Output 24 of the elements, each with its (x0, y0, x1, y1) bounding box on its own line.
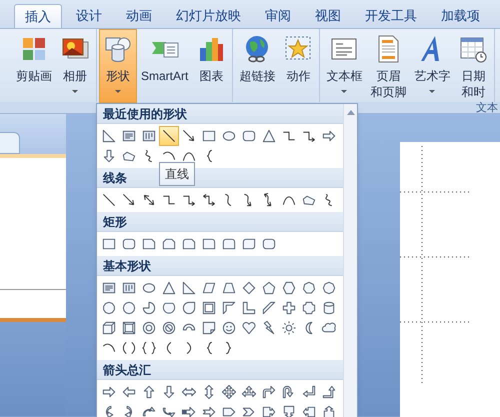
ribbon-button[interactable]: 文本框 (322, 29, 366, 103)
group-label: 文本 (476, 102, 498, 113)
ribbon-button[interactable]: 剪贴画 (12, 29, 56, 103)
ribbon-button[interactable]: 形状 (99, 29, 137, 103)
section-header: 基本形状 (97, 256, 343, 276)
ribbon-button[interactable]: 图表 (192, 29, 230, 103)
ribbon-tab[interactable]: 动画 (116, 4, 162, 28)
ribbon-tab[interactable]: 插入 (14, 4, 62, 28)
ribbon-tab[interactable]: 视图 (305, 4, 351, 28)
ribbon-button[interactable]: 超链接 (235, 29, 280, 103)
ribbon-button[interactable]: 艺术字 (410, 29, 454, 103)
ribbon-tab[interactable]: 幻灯片放映 (166, 4, 251, 28)
section-header: 箭头总汇 (97, 360, 343, 380)
section-header: 最近使用的形状 (97, 104, 343, 124)
ribbon-button[interactable]: 相册 (56, 29, 94, 103)
ribbon-tab[interactable]: 审阅 (255, 4, 301, 28)
section-header: 矩形 (97, 212, 343, 232)
ribbon-button[interactable]: 页眉 和页脚 (366, 29, 410, 103)
ribbon-tab[interactable]: 加载项 (431, 4, 490, 28)
ribbon-tab[interactable]: 设计 (66, 4, 112, 28)
ribbon-button[interactable]: 动作 (279, 29, 318, 103)
ribbon-tab[interactable]: 开发工具 (355, 4, 427, 28)
tooltip: 直线 (159, 162, 195, 186)
ribbon-button[interactable]: 日期 和时 (454, 29, 492, 103)
